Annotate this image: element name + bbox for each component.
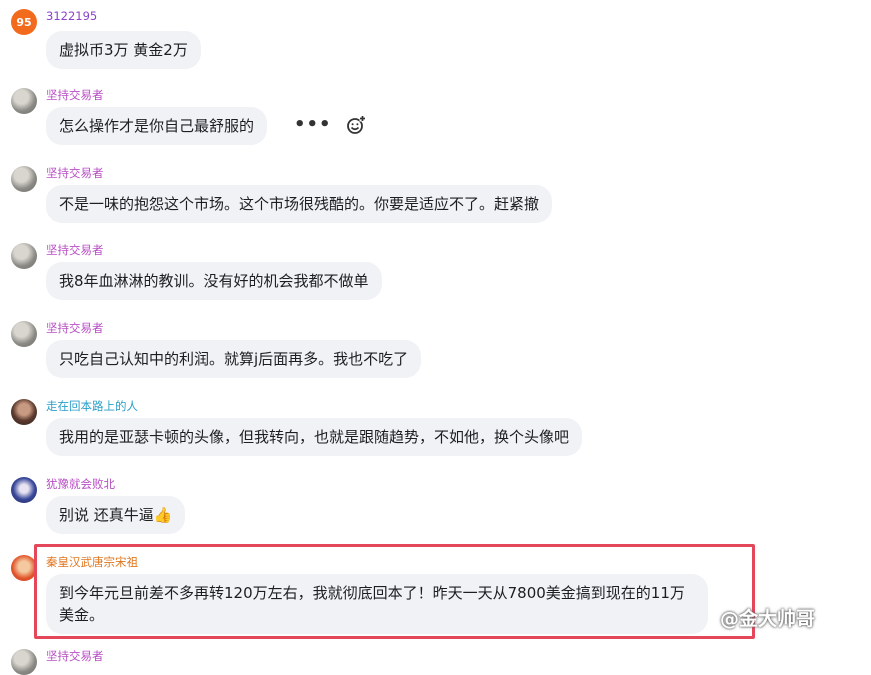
watermark: @金大帅哥 (720, 608, 816, 630)
smile-plus-icon[interactable] (346, 115, 366, 135)
username[interactable]: 坚持交易者 (46, 88, 104, 102)
comment-bubble: 我用的是亚瑟卡顿的头像，但我转向，也就是跟随趋势，不如他，换个头像吧 (46, 418, 583, 456)
avatar[interactable] (11, 243, 37, 269)
comment-bubble: 只吃自己认知中的利润。就算j后面再多。我也不吃了 (46, 340, 422, 378)
username[interactable]: 犹豫就会败北 (46, 477, 115, 491)
username[interactable]: 走在回本路上的人 (46, 399, 138, 413)
comment-bubble: 不是一味的抱怨这个市场。这个市场很残酷的。你要是适应不了。赶紧撤 (46, 185, 553, 223)
avatar[interactable] (11, 166, 37, 192)
highlight-box (34, 544, 755, 639)
comment-bubble: 我8年血淋淋的教训。没有好的机会我都不做单 (46, 262, 382, 300)
avatar[interactable] (11, 321, 37, 347)
comment-bubble: 怎么操作才是你自己最舒服的 (46, 107, 268, 145)
avatar[interactable] (11, 649, 37, 675)
username[interactable]: 坚持交易者 (46, 166, 104, 180)
avatar[interactable] (11, 399, 37, 425)
more-options-icon[interactable]: ••• (294, 116, 332, 134)
avatar[interactable] (11, 88, 37, 114)
username[interactable]: 坚持交易者 (46, 649, 104, 663)
username[interactable]: 坚持交易者 (46, 243, 104, 257)
comment-bubble: 别说 还真牛逼👍 (46, 496, 186, 534)
username[interactable]: 3122195 (46, 9, 97, 23)
username[interactable]: 坚持交易者 (46, 321, 104, 335)
comment-bubble: 虚拟币3万 黄金2万 (46, 31, 201, 69)
avatar[interactable] (11, 477, 37, 503)
avatar[interactable]: 95 (11, 9, 37, 35)
